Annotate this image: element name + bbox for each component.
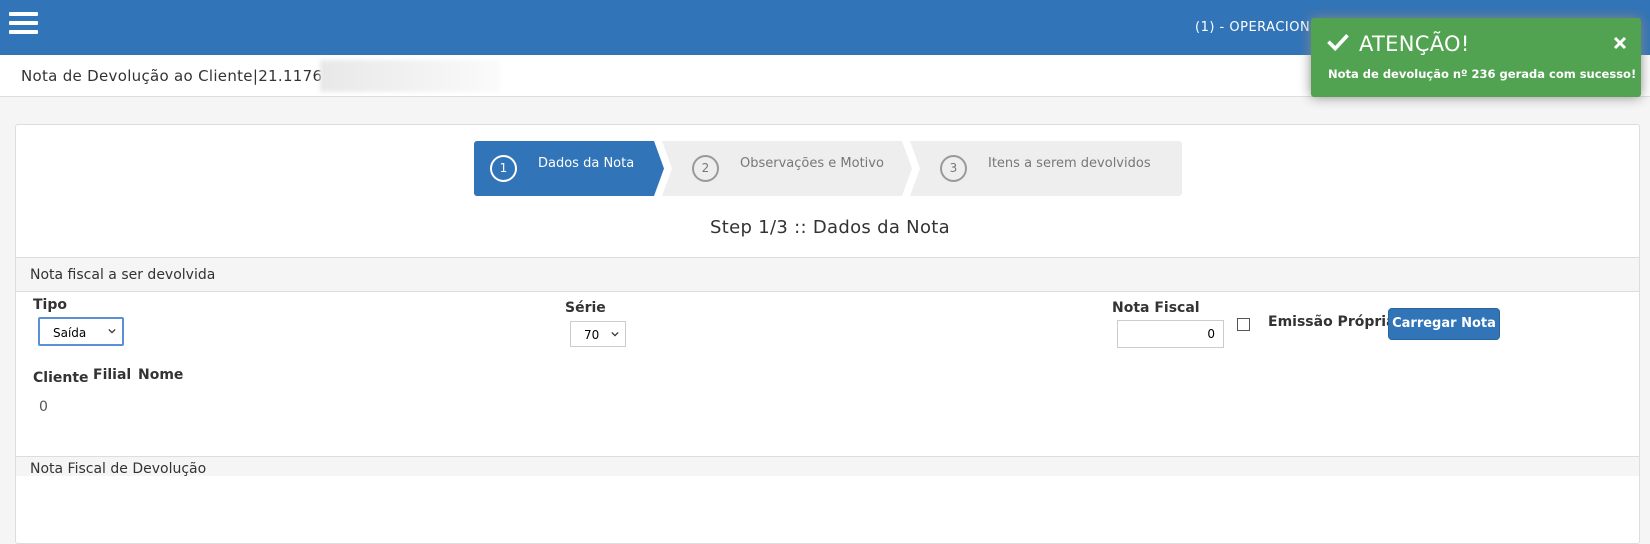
- close-icon[interactable]: [1613, 36, 1627, 50]
- bottom-panel-title: Nota Fiscal de Devolução: [30, 461, 207, 477]
- panel-heading: Nota fiscal a ser devolvida: [16, 257, 1639, 292]
- redacted-area: [320, 60, 500, 92]
- step-3[interactable]: 3 Itens a serem devolvidos: [910, 141, 1182, 196]
- serie-select-value: 70: [584, 328, 600, 342]
- tipo-select-value: Saída: [53, 326, 87, 340]
- nota-fiscal-input[interactable]: 0: [1117, 320, 1224, 348]
- chevron-down-icon: [108, 328, 116, 334]
- step-1[interactable]: 1 Dados da Nota: [474, 141, 664, 196]
- step-number: 2: [692, 155, 719, 182]
- wizard-steps: 1 Dados da Nota 2 Observações e Motivo 3…: [474, 141, 1182, 196]
- tipo-label: Tipo: [33, 297, 67, 313]
- check-icon: [1327, 33, 1349, 52]
- bottom-panel-heading: Nota Fiscal de Devolução: [16, 456, 1639, 477]
- operation-label: (1) - OPERACION: [1195, 20, 1311, 35]
- nome-label: Nome: [138, 367, 184, 383]
- step-heading: Step 1/3 :: Dados da Nota: [710, 217, 950, 238]
- success-toast[interactable]: ATENÇÃO! Nota de devolução nº 236 gerada…: [1311, 18, 1641, 97]
- step-label: Observações e Motivo: [740, 156, 884, 171]
- filial-label: Filial: [93, 367, 132, 383]
- step-label: Dados da Nota: [538, 156, 635, 171]
- panel-title: Nota fiscal a ser devolvida: [30, 267, 216, 283]
- menu-icon[interactable]: [9, 12, 38, 34]
- nota-fiscal-label: Nota Fiscal: [1112, 300, 1200, 316]
- cliente-value: 0: [39, 399, 48, 415]
- toast-message: Nota de devolução nº 236 gerada com suce…: [1328, 67, 1637, 81]
- step-label: Itens a serem devolvidos: [988, 156, 1151, 171]
- serie-select[interactable]: 70: [570, 321, 626, 347]
- emissao-propria-checkbox[interactable]: [1237, 318, 1250, 331]
- tipo-select[interactable]: Saída: [38, 317, 124, 346]
- carregar-nota-button[interactable]: Carregar Nota: [1388, 308, 1500, 340]
- step-number: 3: [940, 155, 967, 182]
- toast-title: ATENÇÃO!: [1359, 32, 1470, 56]
- cliente-label: Cliente: [33, 370, 89, 386]
- serie-label: Série: [565, 300, 606, 316]
- step-2[interactable]: 2 Observações e Motivo: [662, 141, 912, 196]
- step-number: 1: [490, 155, 517, 182]
- chevron-down-icon: [611, 331, 619, 337]
- page-title: Nota de Devolução ao Cliente|21.117658: [21, 67, 343, 85]
- emissao-propria-label: Emissão Própria: [1268, 314, 1396, 330]
